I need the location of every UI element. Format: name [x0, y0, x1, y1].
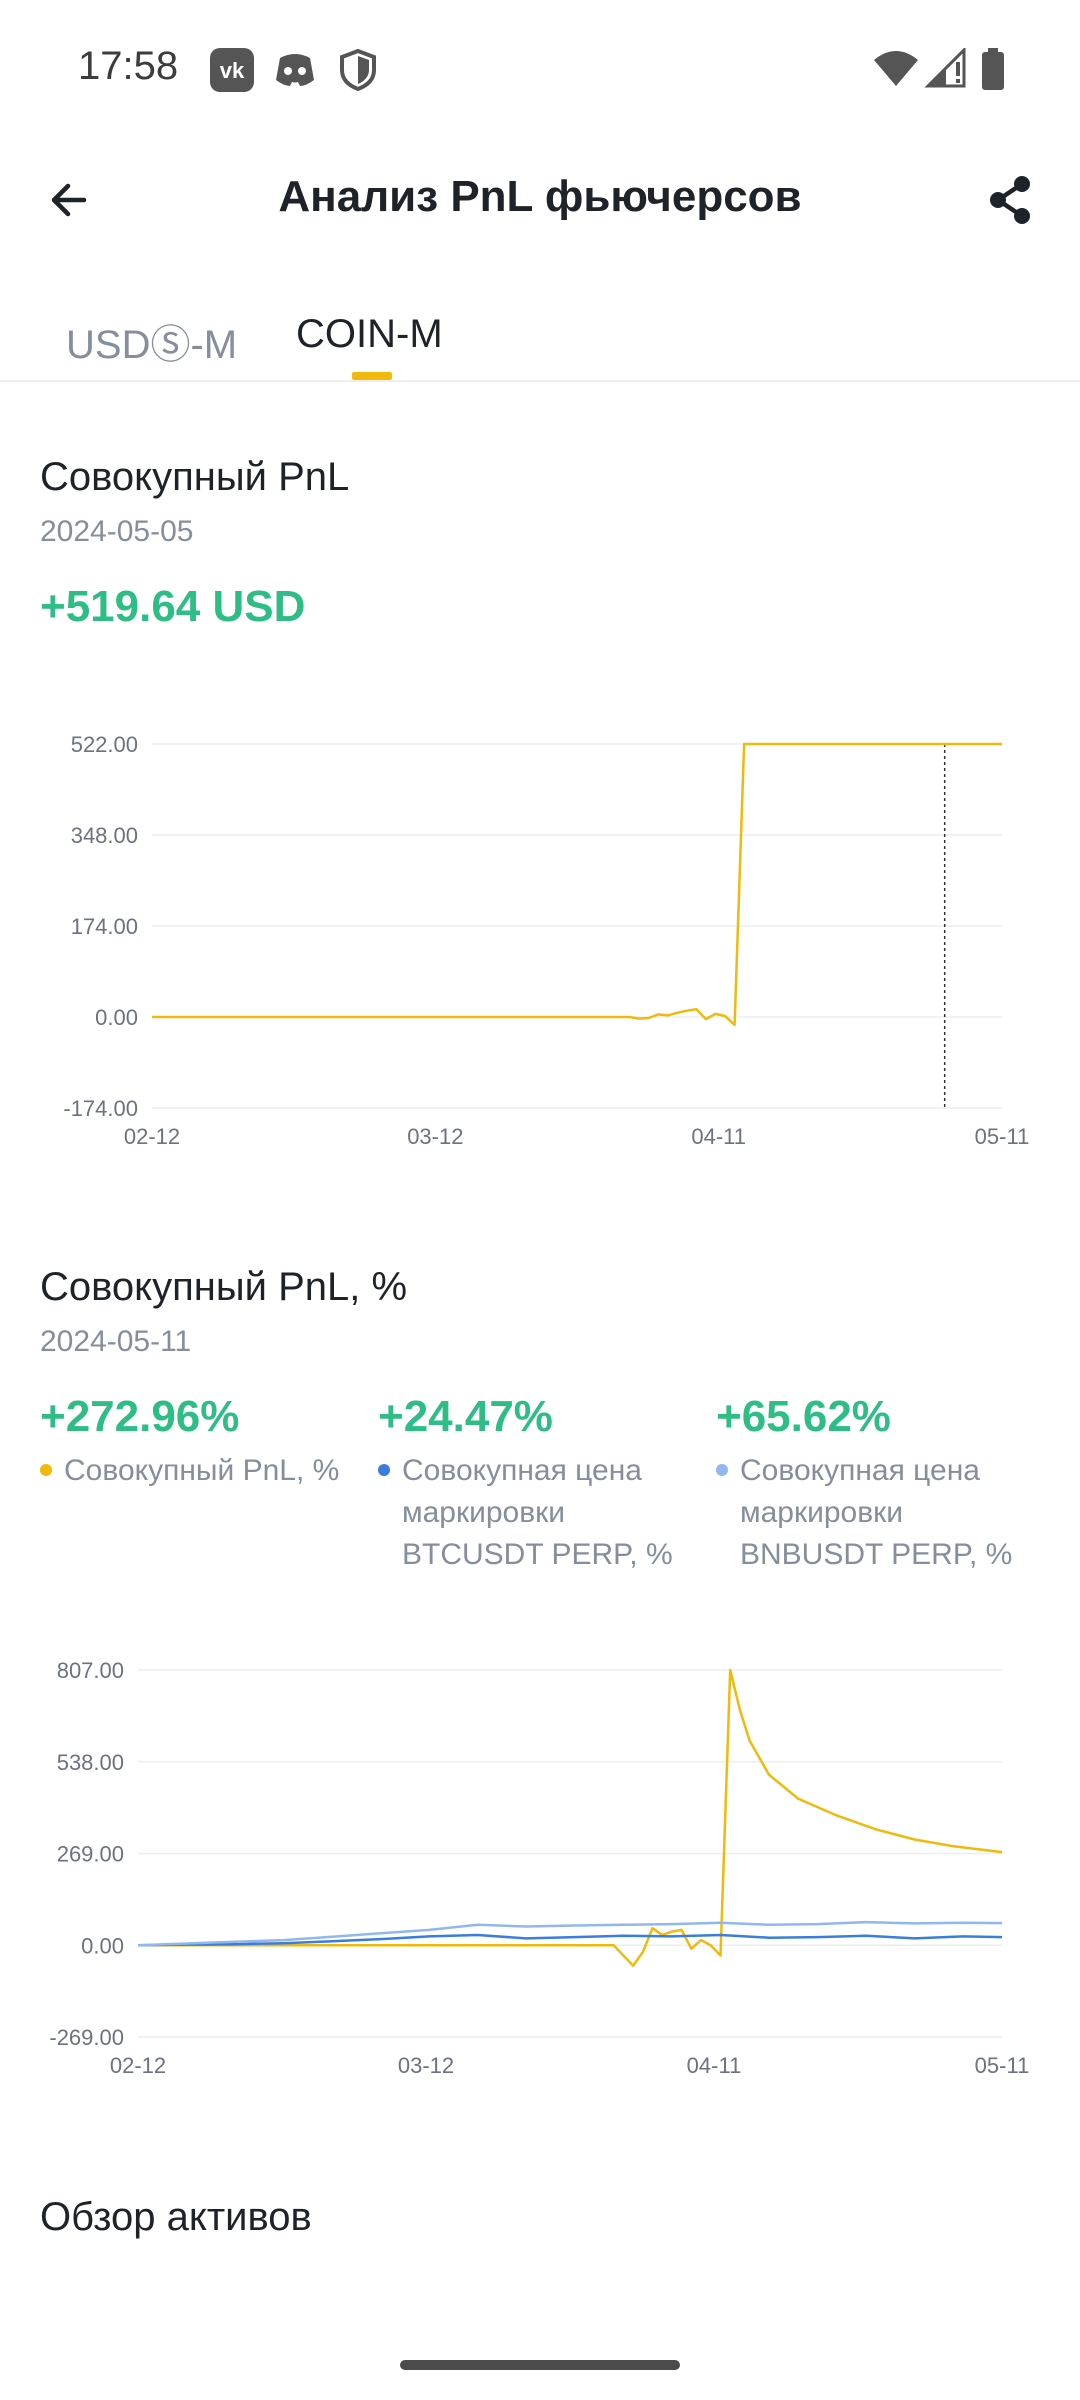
legend-label-btc: Совокупная цена маркировки BTCUSDT PERP,… — [402, 1454, 673, 1571]
y-tick-label: 0.00 — [81, 1933, 124, 1958]
gesture-nav-bar[interactable] — [400, 2360, 680, 2370]
legend-label-bnb: Совокупная цена маркировки BNBUSDT PERP,… — [740, 1454, 1013, 1571]
active-tab-indicator — [352, 372, 392, 380]
y-tick-label: 174.00 — [71, 914, 138, 939]
svg-text:vk: vk — [220, 58, 245, 83]
status-bar: 17:58 vk — [0, 0, 1080, 140]
x-tick-label: 03-12 — [398, 2053, 454, 2078]
x-tick-label: 03-12 — [407, 1124, 463, 1149]
legend-value-bnb: +65.62% — [716, 1392, 891, 1441]
series-line-2-2 — [137, 1920, 1003, 1947]
tab-usds-m[interactable]: USDⓈ-M — [66, 312, 237, 370]
legend-value-pnl: +272.96% — [40, 1392, 240, 1441]
y-tick-label: 348.00 — [71, 823, 138, 848]
x-tick-label: 04-11 — [687, 2053, 742, 2078]
wifi-icon — [874, 51, 918, 86]
pnl-value: +519.64 USD — [40, 582, 306, 631]
legend-item-btc: +24.47% Совокупная цена маркировки BTCUS… — [378, 1392, 698, 1576]
series-line-1-0 — [152, 742, 1002, 1027]
tab-bar: USDⓈ-M COIN-M — [0, 300, 1080, 382]
app-header: Анализ PnL фьючерсов — [0, 150, 1080, 250]
section-date-pnl: 2024-05-05 — [40, 515, 194, 548]
pnl-chart[interactable]: 522.00 348.00 174.00 0.00 -174.00 02-12 03-12 0… — [0, 700, 1080, 1180]
signal-icon — [924, 48, 966, 88]
share-button[interactable] — [980, 170, 1040, 230]
y-tick-label: -269.00 — [49, 2025, 124, 2050]
x-tick-label: 05-11 — [975, 1124, 1030, 1149]
section-title-pnl: Совокупный PnL — [40, 455, 350, 499]
legend-dot-pnl — [40, 1464, 52, 1476]
y-tick-label: 269.00 — [57, 1842, 124, 1867]
x-tick-label: 04-11 — [691, 1124, 746, 1149]
y-tick-label: -174.00 — [63, 1096, 138, 1121]
share-icon — [990, 176, 1030, 224]
legend-label-bnb-wrap: Совокупная цена маркировки BNBUSDT PERP,… — [716, 1450, 1036, 1576]
page-title: Анализ PnL фьючерсов — [278, 172, 802, 221]
section-title-pnl-percent: Совокупный PnL, % — [40, 1265, 408, 1309]
legend-label-btc-wrap: Совокупная цена маркировки BTCUSDT PERP,… — [378, 1450, 698, 1576]
status-time: 17:58 — [78, 44, 179, 88]
legend-dot-bnb — [716, 1464, 728, 1476]
shield-icon — [340, 48, 376, 92]
x-tick-label: 02-12 — [110, 2053, 166, 2078]
y-tick-label: 807.00 — [57, 1658, 124, 1683]
x-tick-label: 05-11 — [975, 2053, 1030, 2078]
section-title-assets: Обзор активов — [40, 2195, 312, 2239]
tab-coin-m[interactable]: COIN-M — [296, 312, 443, 357]
legend-label-pnl-wrap: Совокупный PnL, % — [40, 1450, 360, 1492]
discord-icon — [276, 54, 314, 86]
battery-icon — [982, 48, 1004, 90]
y-tick-label: 522.00 — [71, 732, 138, 757]
pnl-percent-chart[interactable]: 807.00 538.00 269.00 0.00 -269.00 02-12 03-12 0… — [0, 1630, 1080, 2090]
legend-label-pnl: Совокупный PnL, % — [64, 1454, 340, 1487]
x-tick-label: 02-12 — [124, 1124, 180, 1149]
y-tick-label: 538.00 — [57, 1750, 124, 1775]
legend-item-bnb: +65.62% Совокупная цена маркировки BNBUS… — [716, 1392, 1036, 1576]
section-date-pnl-percent: 2024-05-11 — [40, 1325, 192, 1358]
vk-icon: vk — [210, 48, 254, 92]
legend-dot-btc — [378, 1464, 390, 1476]
y-tick-label: 0.00 — [95, 1005, 138, 1030]
legend-value-btc: +24.47% — [378, 1392, 553, 1441]
legend-item-pnl: +272.96% Совокупный PnL, % — [40, 1392, 360, 1492]
